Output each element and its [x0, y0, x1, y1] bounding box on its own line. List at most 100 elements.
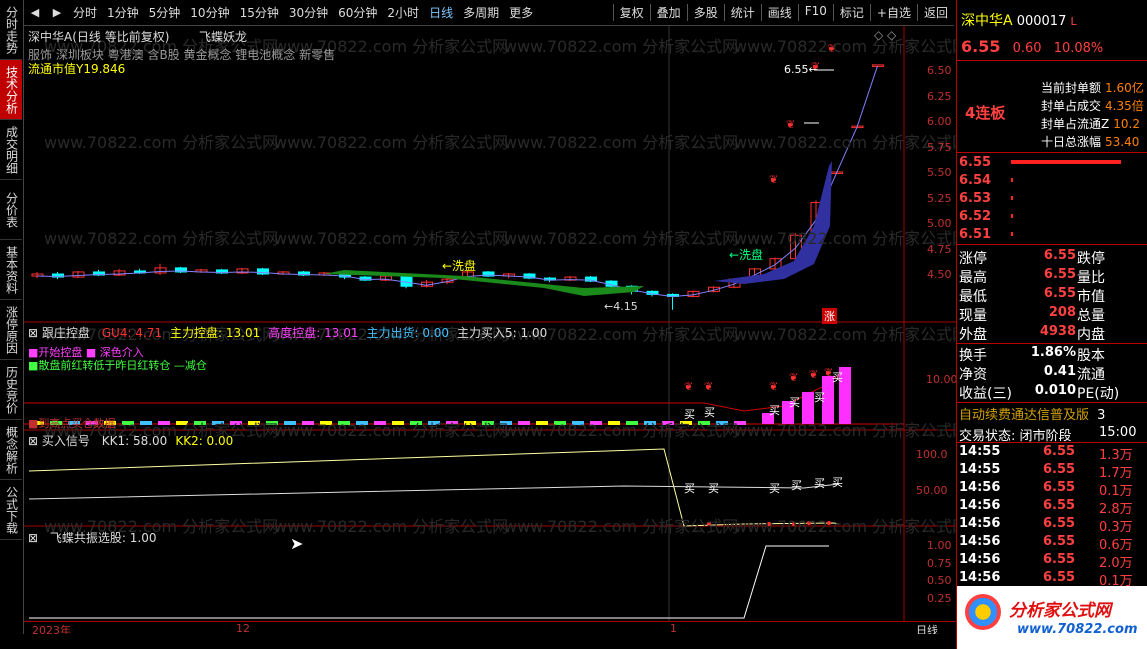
control-bar [802, 392, 814, 424]
period-tab-4[interactable]: 15分钟 [235, 4, 284, 21]
nav-item-6[interactable]: 历史竞价 [0, 360, 22, 420]
panel2-name: 跟庄控盘 [41, 326, 90, 340]
watermark: www.70822.com 分析家公式网 [734, 517, 956, 536]
float-market-value: 流通市值Y19.846 [28, 62, 126, 76]
period-tab-9[interactable]: 多周期 [458, 4, 504, 21]
toolbar-button-1[interactable]: 叠加 [649, 4, 687, 21]
nav-item-2[interactable]: 成交明细 [0, 120, 22, 180]
nav-item-0[interactable]: 分时走势 [0, 0, 22, 60]
watermark: www.70822.com 分析家公式网 [734, 133, 956, 152]
high-price-annotation: 6.55← [784, 63, 818, 76]
period-tab-0[interactable]: 分时 [68, 4, 102, 21]
nav-item-3[interactable]: 分价表 [0, 180, 22, 240]
watermark: www.70822.com 分析家公式网 [504, 517, 738, 536]
watermark: www.70822.com 分析家公式网 [504, 229, 738, 248]
toolbar-button-6[interactable]: 标记 [832, 4, 870, 21]
order-row: 6.51 [959, 227, 1147, 242]
main-y-tick: 6.50 [927, 64, 952, 77]
nav-item-1[interactable]: 技术分析 [0, 60, 22, 120]
buy-marker: 买 [791, 479, 802, 492]
watermark: www.70822.com 分析家公式网 [274, 421, 508, 440]
butterfly-icon: ❦ [809, 368, 818, 381]
main-y-tick: 5.75 [927, 140, 952, 154]
collapse-icon[interactable]: ⊠ [28, 531, 38, 545]
time-axis: 2023年 12 1 日线 [24, 621, 956, 637]
nav-item-5[interactable]: 涨停原因 [0, 300, 22, 360]
panel4-y-tick: 0.50 [927, 574, 952, 587]
toolbar-button-5[interactable]: F10 [797, 4, 833, 21]
toolbar-button-3[interactable]: 统计 [723, 4, 761, 21]
panel4-y-tick: 0.75 [927, 556, 952, 570]
panel4-y-tick: 0.25 [927, 591, 952, 605]
panel3-values: KK1: 58.00 KK2: 0.00 [94, 434, 234, 448]
period-tab-8[interactable]: 日线 [424, 4, 458, 21]
watermark: www.70822.com 分析家公式网 [274, 133, 508, 152]
butterfly-icon: ❦ [786, 118, 795, 131]
right-arrow-icon[interactable]: ▶ [46, 6, 68, 19]
collapse-icon[interactable]: ⊠ [28, 434, 38, 448]
buy-marker: 买 [789, 396, 800, 409]
period-toolbar: ◀ ▶ 分时 1分钟 5分钟 10分钟 15分钟 30分钟 60分钟 2小时 日线 多周期 更多 复… [24, 0, 954, 26]
period-tab-10[interactable]: 更多 [504, 4, 538, 21]
panel2-value-1: 主力控盘: 13.01 [170, 326, 261, 340]
watermark: www.70822.com 分析家公式网 [734, 37, 956, 56]
order-volume-bar [1011, 232, 1013, 236]
toolbar-buttons: 复权 叠加 多股 统计 画线 F10 标记 +自选 返回 [612, 4, 954, 21]
nav-item-8[interactable]: 公式下载 [0, 480, 22, 540]
left-navigation: 分时走势 技术分析 成交明细 分价表 基本资料 涨停原因 历史竞价 概念解析 公式下载 [0, 0, 24, 634]
panel4-value-0: 飞蝶共振选股: 1.00 [49, 531, 157, 545]
order-volume-bar [1011, 178, 1013, 182]
toolbar-button-2[interactable]: 多股 [686, 4, 724, 21]
nav-item-4[interactable]: 基本资料 [0, 240, 22, 300]
watermark: www.70822.com 分析家公式网 [274, 517, 508, 536]
ad-banner[interactable]: 自动续费通达信普及版 3 [959, 404, 1147, 423]
panel4-header: ⊠ 飞蝶共振选股: 1.00 [28, 529, 156, 546]
buy-marker: 买 [814, 391, 825, 404]
period-tab-1[interactable]: 1分钟 [102, 4, 144, 21]
last-price: 6.55 [961, 37, 1001, 56]
period-tab-6[interactable]: 60分钟 [333, 4, 382, 21]
butterfly-icon: ❦ [704, 380, 713, 393]
period-list: 分时 1分钟 5分钟 10分钟 15分钟 30分钟 60分钟 2小时 日线 多周期 更多 [68, 4, 538, 21]
logo-url: www.70822.com [1017, 622, 1138, 637]
panel2-legend-2: ■散盘前红转低于昨日红转仓 —减仓 [28, 359, 207, 372]
order-row: 6.53 [959, 191, 1147, 206]
quote-panel: 深中华A 000017 L 6.55 0.60 10.08% 4连板 当前封单额… [956, 0, 1147, 649]
buy-marker: 买 [814, 477, 825, 490]
buy-marker: 买 [684, 408, 695, 421]
watermark: www.70822.com 分析家公式网 [44, 133, 278, 152]
chart-area[interactable]: ❦ ❦ ❦ ❦ ❦ ❦ ❦ ❦ ❦ ❦ 买买买买买买买买买买买买 www.70822.com 分析家公… [24, 26, 958, 634]
period-tab-5[interactable]: 30分钟 [284, 4, 333, 21]
nav-item-7[interactable]: 概念解析 [0, 420, 22, 480]
panel3-value-0: KK1: 58.00 [101, 434, 168, 448]
toolbar-button-0[interactable]: 复权 [612, 4, 650, 21]
main-chart-title: 深中华A(日线 等比前复权) [28, 30, 170, 44]
logo-flower-icon [965, 594, 1001, 630]
order-volume-bar [1011, 196, 1013, 200]
price-change-pct: 10.08% [1053, 41, 1104, 56]
wash-annotation-2: ←洗盘 [729, 248, 764, 262]
buy-marker: 买 [684, 482, 695, 495]
main-y-tick: 4.50 [927, 268, 952, 281]
left-arrow-icon[interactable]: ◀ [24, 6, 46, 19]
diamond-icons[interactable]: ◇ ◇ [874, 28, 896, 42]
main-y-tick: 5.25 [927, 191, 952, 205]
toolbar-button-8[interactable]: 返回 [916, 4, 954, 21]
status-strip [0, 634, 956, 649]
period-tab-7[interactable]: 2小时 [382, 4, 424, 21]
main-y-tick: 5.00 [927, 217, 952, 230]
period-tab-3[interactable]: 10分钟 [185, 4, 234, 21]
order-row: 6.55 [959, 155, 1147, 170]
buy-marker: 买 [704, 406, 715, 419]
toolbar-button-4[interactable]: 画线 [760, 4, 798, 21]
candle-body [872, 64, 884, 67]
resonance-line [29, 545, 829, 619]
main-y-tick: 5.50 [927, 166, 952, 179]
watermark: www.70822.com 分析家公式网 [274, 229, 508, 248]
watermark: www.70822.com 分析家公式网 [734, 229, 956, 248]
panel3-name: 买入信号 [41, 434, 90, 448]
collapse-icon[interactable]: ⊠ [28, 326, 38, 340]
period-tab-2[interactable]: 5分钟 [144, 4, 186, 21]
toolbar-button-7[interactable]: +自选 [869, 4, 917, 21]
buy-marker: 买 [769, 482, 780, 495]
